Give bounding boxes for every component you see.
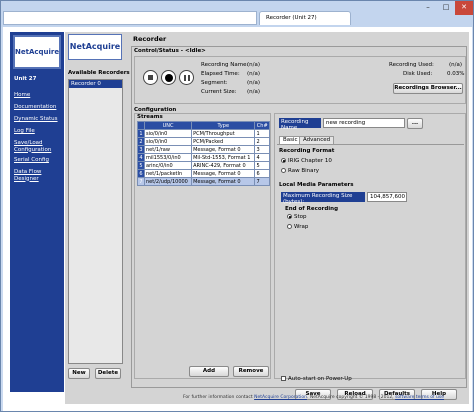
column-header-unc[interactable]: UNC <box>143 121 193 130</box>
unit-label: Unit 27 <box>14 76 37 82</box>
tab-title: Recorder (Unit 27) <box>266 15 317 21</box>
table-row[interactable]: 5 arinc/0/in0 ARINC-429, Format 05 <box>137 161 270 170</box>
max-size-label: Maximum Recording Size (bytes): <box>281 192 365 205</box>
netacquire-link[interactable]: NetAcquire Corporation <box>254 395 307 400</box>
pause-button[interactable] <box>179 70 194 85</box>
record-icon <box>164 73 173 82</box>
elapsed-time-value: (n/a) <box>247 71 261 77</box>
recording-used-label: Recording Used: <box>389 62 434 68</box>
recordings-browser-button[interactable]: Recordings Browser... <box>393 83 463 94</box>
nav-data-flow-designer[interactable]: Data Flow Designer <box>14 169 62 182</box>
table-row[interactable]: 2 sio/0/in0 PCM/Packed 2 <box>137 137 270 146</box>
format-irig-option[interactable]: IRIG Chapter 10 <box>281 158 332 164</box>
format-raw-label: Raw Binary <box>288 168 319 174</box>
recording-name-input[interactable]: new recording <box>323 118 405 128</box>
table-row[interactable]: 6 net/1/packetIn Message, Format 06 <box>137 169 270 178</box>
radio-selected-icon <box>281 158 286 163</box>
remove-stream-button[interactable]: Remove <box>233 366 269 377</box>
disk-used-label: Disk Used: <box>403 71 433 77</box>
stop-icon <box>148 75 153 80</box>
radio-icon <box>281 168 286 173</box>
sidebar: NetAcquire Unit 27 Home Documentation Dy… <box>10 32 64 392</box>
nav-documentation[interactable]: Documentation <box>14 104 62 111</box>
page-content: NetAcquire Unit 27 Home Documentation Dy… <box>3 27 472 411</box>
streams-table: UNC Type Ch# 1 sio/0/in0 PCM/Throughput 1 2… <box>137 121 270 186</box>
autostart-option[interactable]: Auto-start on Power-Up <box>281 376 352 382</box>
recording-name-value: (n/a) <box>247 62 261 68</box>
table-row[interactable]: 3 net/1/raw Message, Format 03 <box>137 145 270 154</box>
radio-selected-icon <box>287 214 292 219</box>
stop-button[interactable] <box>143 70 158 85</box>
browser-titlebar: Recorder (Unit 27) – □ ✕ <box>1 1 473 27</box>
recording-format-label: Recording Format <box>279 148 335 154</box>
main-area: NetAcquire Recorder Available Recorders … <box>65 32 469 404</box>
terms-link[interactable]: software terms of use <box>395 395 444 400</box>
delete-button[interactable]: Delete <box>95 368 121 379</box>
recorder-item-0[interactable]: Recorder 0 <box>69 80 122 88</box>
recording-used-value: (n/a) <box>449 62 463 68</box>
browser-window: Recorder (Unit 27) – □ ✕ NetAcquire Unit… <box>0 0 474 412</box>
address-bar[interactable] <box>3 11 257 25</box>
netacquire-logo: NetAcquire <box>13 35 61 69</box>
end-wrap-label: Wrap <box>294 224 309 230</box>
nav-serial-config[interactable]: Serial Config <box>14 157 62 164</box>
table-row[interactable]: 4 mil1553/0/in0 Mil-Std-1553, Format 14 <box>137 153 270 162</box>
add-stream-button[interactable]: Add <box>189 366 229 377</box>
nav-home[interactable]: Home <box>14 92 62 99</box>
available-recorders-label: Available Recorders <box>68 70 130 76</box>
page-title: Recorder <box>133 35 167 43</box>
nav-dynamic-status[interactable]: Dynamic Status <box>14 116 62 123</box>
table-row[interactable]: 1 sio/0/in0 PCM/Throughput 1 <box>137 129 270 138</box>
table-row-selected[interactable]: 7 net/2/udp/10000 Message, Format 07 <box>137 177 270 186</box>
control-status-box: Recording Name: (n/a) Elapsed Time: (n/a… <box>134 56 466 104</box>
column-header-type[interactable]: Type <box>191 121 256 130</box>
format-raw-option[interactable]: Raw Binary <box>281 168 319 174</box>
browse-button[interactable]: ... <box>407 118 423 129</box>
control-status-header: Control/Status - <Idle> <box>132 47 466 56</box>
maximize-icon[interactable]: □ <box>437 1 455 15</box>
current-size-value: (n/a) <box>247 89 261 95</box>
disk-used-value: 0.03% <box>447 71 465 77</box>
local-media-label: Local Media Parameters <box>279 182 354 188</box>
end-of-recording-label: End of Recording <box>285 206 339 212</box>
streams-panel: Streams UNC Type Ch# 1 sio/0/in0 PCM/Throu… <box>134 113 271 379</box>
format-irig-label: IRIG Chapter 10 <box>288 158 332 164</box>
end-stop-option[interactable]: Stop <box>287 214 307 220</box>
tab-advanced[interactable]: Advanced <box>299 136 335 144</box>
segment-value: (n/a) <box>247 80 261 86</box>
radio-icon <box>287 224 292 229</box>
column-header-ch[interactable]: Ch# <box>254 121 270 130</box>
autostart-label: Auto-start on Power-Up <box>288 376 352 382</box>
end-stop-label: Stop <box>294 214 307 220</box>
nav-save-load-configuration[interactable]: Save/Load Configuration <box>14 140 62 153</box>
nav-log-file[interactable]: Log File <box>14 128 62 135</box>
new-button[interactable]: New <box>68 368 90 379</box>
footer: For further information contact NetAcqui… <box>183 395 445 400</box>
current-size-label: Current Size: <box>201 89 237 95</box>
recorder-list[interactable]: Recorder 0 <box>68 79 123 364</box>
minimize-icon[interactable]: – <box>419 1 437 15</box>
recording-name-field-label: Recording Name <box>279 118 321 131</box>
control-panel: Control/Status - <Idle> Recording Name: … <box>131 46 467 388</box>
end-wrap-option[interactable]: Wrap <box>287 224 308 230</box>
record-button[interactable] <box>161 70 176 85</box>
close-icon[interactable]: ✕ <box>455 1 473 15</box>
segment-label: Segment: <box>201 80 228 86</box>
checkbox-icon <box>281 376 286 381</box>
streams-label: Streams <box>137 114 163 120</box>
recording-name-label: Recording Name: <box>201 62 249 68</box>
pause-icon <box>183 74 186 81</box>
netacquire-logo-main: NetAcquire <box>68 34 122 60</box>
stream-settings-panel: Recording Name new recording ... Basic A… <box>274 113 466 379</box>
elapsed-time-label: Elapsed Time: <box>201 71 240 77</box>
max-size-input[interactable]: 104,857,600 <box>367 192 407 202</box>
browser-tab-recorder[interactable]: Recorder (Unit 27) <box>259 11 351 25</box>
